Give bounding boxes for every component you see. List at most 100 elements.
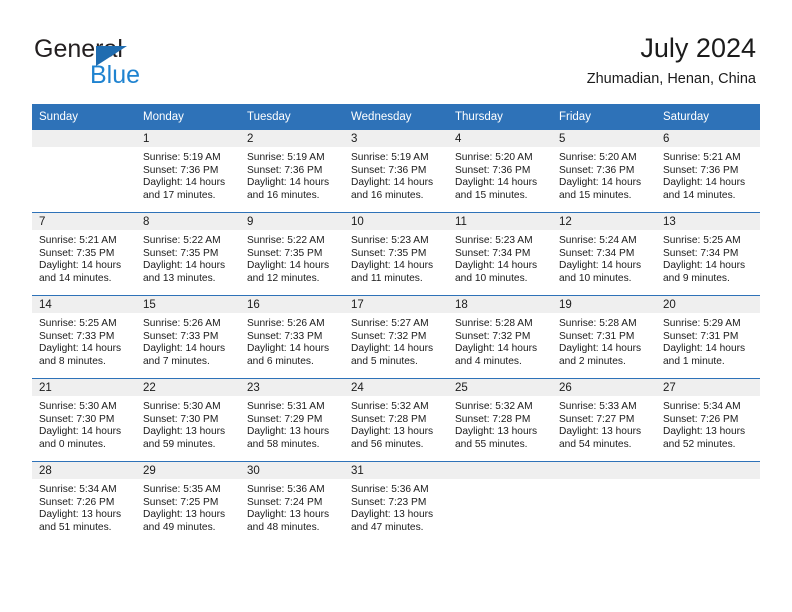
day-number: 21: [32, 379, 136, 396]
sunset-text: Sunset: 7:35 PM: [247, 247, 323, 259]
day-number: 10: [344, 213, 448, 230]
day-cell[interactable]: 22 Sunrise: 5:30 AM Sunset: 7:30 PM Dayl…: [136, 378, 240, 462]
day-number: 11: [448, 213, 552, 230]
sunrise-text: Sunrise: 5:34 AM: [39, 484, 117, 495]
daylight-text-line1: Daylight: 14 hours: [351, 177, 434, 189]
sunset-text: Sunset: 7:34 PM: [559, 247, 635, 259]
daylight-text-line1: Daylight: 13 hours: [351, 509, 434, 521]
day-details: Sunrise: 5:19 AM Sunset: 7:36 PM Dayligh…: [136, 147, 240, 202]
day-details: Sunrise: 5:20 AM Sunset: 7:36 PM Dayligh…: [448, 147, 552, 202]
day-details: [552, 479, 656, 484]
daylight-text-line1: Daylight: 14 hours: [39, 260, 122, 272]
day-cell[interactable]: 24 Sunrise: 5:32 AM Sunset: 7:28 PM Dayl…: [344, 378, 448, 462]
daylight-text-line1: Daylight: 14 hours: [143, 343, 226, 355]
day-cell[interactable]: 25 Sunrise: 5:32 AM Sunset: 7:28 PM Dayl…: [448, 378, 552, 462]
day-number: 28: [32, 462, 136, 479]
day-cell[interactable]: 28 Sunrise: 5:34 AM Sunset: 7:26 PM Dayl…: [32, 461, 136, 544]
daylight-text-line2: and 9 minutes.: [663, 272, 730, 284]
day-cell: [448, 461, 552, 544]
day-cell[interactable]: 7 Sunrise: 5:21 AM Sunset: 7:35 PM Dayli…: [32, 212, 136, 296]
sunrise-text: Sunrise: 5:34 AM: [663, 401, 741, 412]
sunset-text: Sunset: 7:35 PM: [143, 247, 219, 259]
day-cell[interactable]: 16 Sunrise: 5:26 AM Sunset: 7:33 PM Dayl…: [240, 295, 344, 379]
daylight-text-line2: and 51 minutes.: [39, 521, 112, 533]
sunset-text: Sunset: 7:33 PM: [247, 330, 323, 342]
day-cell[interactable]: 3 Sunrise: 5:19 AM Sunset: 7:36 PM Dayli…: [344, 130, 448, 213]
day-cell[interactable]: 29 Sunrise: 5:35 AM Sunset: 7:25 PM Dayl…: [136, 461, 240, 544]
daylight-text-line1: Daylight: 13 hours: [247, 509, 330, 521]
day-cell[interactable]: 26 Sunrise: 5:33 AM Sunset: 7:27 PM Dayl…: [552, 378, 656, 462]
sunset-text: Sunset: 7:36 PM: [663, 164, 739, 176]
logo-text-blue: Blue: [90, 61, 141, 89]
day-details: [448, 479, 552, 484]
day-cell[interactable]: 15 Sunrise: 5:26 AM Sunset: 7:33 PM Dayl…: [136, 295, 240, 379]
daylight-text-line1: Daylight: 13 hours: [351, 426, 434, 438]
daylight-text-line2: and 14 minutes.: [663, 189, 736, 201]
day-cell[interactable]: 21 Sunrise: 5:30 AM Sunset: 7:30 PM Dayl…: [32, 378, 136, 462]
day-number: 18: [448, 296, 552, 313]
day-details: Sunrise: 5:24 AM Sunset: 7:34 PM Dayligh…: [552, 230, 656, 285]
daylight-text-line2: and 54 minutes.: [559, 438, 632, 450]
sunrise-text: Sunrise: 5:20 AM: [559, 152, 637, 163]
sunrise-text: Sunrise: 5:32 AM: [351, 401, 429, 412]
sunrise-text: Sunrise: 5:36 AM: [351, 484, 429, 495]
day-cell[interactable]: 8 Sunrise: 5:22 AM Sunset: 7:35 PM Dayli…: [136, 212, 240, 296]
daylight-text-line2: and 59 minutes.: [143, 438, 216, 450]
day-details: Sunrise: 5:25 AM Sunset: 7:33 PM Dayligh…: [32, 313, 136, 368]
day-cell[interactable]: 18 Sunrise: 5:28 AM Sunset: 7:32 PM Dayl…: [448, 295, 552, 379]
day-number: 22: [136, 379, 240, 396]
day-details: Sunrise: 5:21 AM Sunset: 7:36 PM Dayligh…: [656, 147, 760, 202]
day-cell[interactable]: 9 Sunrise: 5:22 AM Sunset: 7:35 PM Dayli…: [240, 212, 344, 296]
sunrise-text: Sunrise: 5:29 AM: [663, 318, 741, 329]
sunrise-text: Sunrise: 5:23 AM: [455, 235, 533, 246]
day-cell[interactable]: 14 Sunrise: 5:25 AM Sunset: 7:33 PM Dayl…: [32, 295, 136, 379]
day-number: 27: [656, 379, 760, 396]
day-cell[interactable]: 6 Sunrise: 5:21 AM Sunset: 7:36 PM Dayli…: [656, 130, 760, 213]
daylight-text-line1: Daylight: 14 hours: [247, 260, 330, 272]
day-cell[interactable]: 5 Sunrise: 5:20 AM Sunset: 7:36 PM Dayli…: [552, 130, 656, 213]
day-cell[interactable]: 30 Sunrise: 5:36 AM Sunset: 7:24 PM Dayl…: [240, 461, 344, 544]
daylight-text-line1: Daylight: 14 hours: [351, 260, 434, 272]
calendar-page: General Blue July 2024 Zhumadian, Henan,…: [0, 0, 792, 612]
day-cell[interactable]: 19 Sunrise: 5:28 AM Sunset: 7:31 PM Dayl…: [552, 295, 656, 379]
daylight-text-line2: and 10 minutes.: [455, 272, 528, 284]
daylight-text-line2: and 4 minutes.: [455, 355, 522, 367]
day-cell[interactable]: 11 Sunrise: 5:23 AM Sunset: 7:34 PM Dayl…: [448, 212, 552, 296]
day-cell: [552, 461, 656, 544]
calendar-week-row: 21 Sunrise: 5:30 AM Sunset: 7:30 PM Dayl…: [32, 378, 760, 462]
day-cell[interactable]: 12 Sunrise: 5:24 AM Sunset: 7:34 PM Dayl…: [552, 212, 656, 296]
day-cell[interactable]: 17 Sunrise: 5:27 AM Sunset: 7:32 PM Dayl…: [344, 295, 448, 379]
day-cell[interactable]: 2 Sunrise: 5:19 AM Sunset: 7:36 PM Dayli…: [240, 130, 344, 213]
daylight-text-line1: Daylight: 14 hours: [663, 177, 746, 189]
day-cell[interactable]: 13 Sunrise: 5:25 AM Sunset: 7:34 PM Dayl…: [656, 212, 760, 296]
day-number: 16: [240, 296, 344, 313]
day-details: Sunrise: 5:31 AM Sunset: 7:29 PM Dayligh…: [240, 396, 344, 451]
calendar-week-row: 14 Sunrise: 5:25 AM Sunset: 7:33 PM Dayl…: [32, 295, 760, 379]
sunrise-text: Sunrise: 5:30 AM: [39, 401, 117, 412]
sunset-text: Sunset: 7:34 PM: [663, 247, 739, 259]
day-cell[interactable]: 20 Sunrise: 5:29 AM Sunset: 7:31 PM Dayl…: [656, 295, 760, 379]
day-cell[interactable]: 23 Sunrise: 5:31 AM Sunset: 7:29 PM Dayl…: [240, 378, 344, 462]
daylight-text-line2: and 15 minutes.: [559, 189, 632, 201]
day-details: Sunrise: 5:23 AM Sunset: 7:35 PM Dayligh…: [344, 230, 448, 285]
daylight-text-line1: Daylight: 14 hours: [559, 260, 642, 272]
sunrise-text: Sunrise: 5:25 AM: [663, 235, 741, 246]
day-cell[interactable]: 31 Sunrise: 5:36 AM Sunset: 7:23 PM Dayl…: [344, 461, 448, 544]
daylight-text-line1: Daylight: 14 hours: [559, 177, 642, 189]
sunset-text: Sunset: 7:26 PM: [39, 496, 115, 508]
day-number: 24: [344, 379, 448, 396]
sunrise-text: Sunrise: 5:30 AM: [143, 401, 221, 412]
daylight-text-line2: and 17 minutes.: [143, 189, 216, 201]
day-number: 25: [448, 379, 552, 396]
day-number: 30: [240, 462, 344, 479]
day-cell[interactable]: 27 Sunrise: 5:34 AM Sunset: 7:26 PM Dayl…: [656, 378, 760, 462]
daylight-text-line1: Daylight: 14 hours: [663, 260, 746, 272]
day-cell[interactable]: 10 Sunrise: 5:23 AM Sunset: 7:35 PM Dayl…: [344, 212, 448, 296]
daylight-text-line2: and 16 minutes.: [351, 189, 424, 201]
sunset-text: Sunset: 7:23 PM: [351, 496, 427, 508]
day-cell[interactable]: 1 Sunrise: 5:19 AM Sunset: 7:36 PM Dayli…: [136, 130, 240, 213]
day-cell[interactable]: 4 Sunrise: 5:20 AM Sunset: 7:36 PM Dayli…: [448, 130, 552, 213]
location-subtitle: Zhumadian, Henan, China: [586, 71, 756, 87]
sunset-text: Sunset: 7:24 PM: [247, 496, 323, 508]
sunrise-text: Sunrise: 5:33 AM: [559, 401, 637, 412]
